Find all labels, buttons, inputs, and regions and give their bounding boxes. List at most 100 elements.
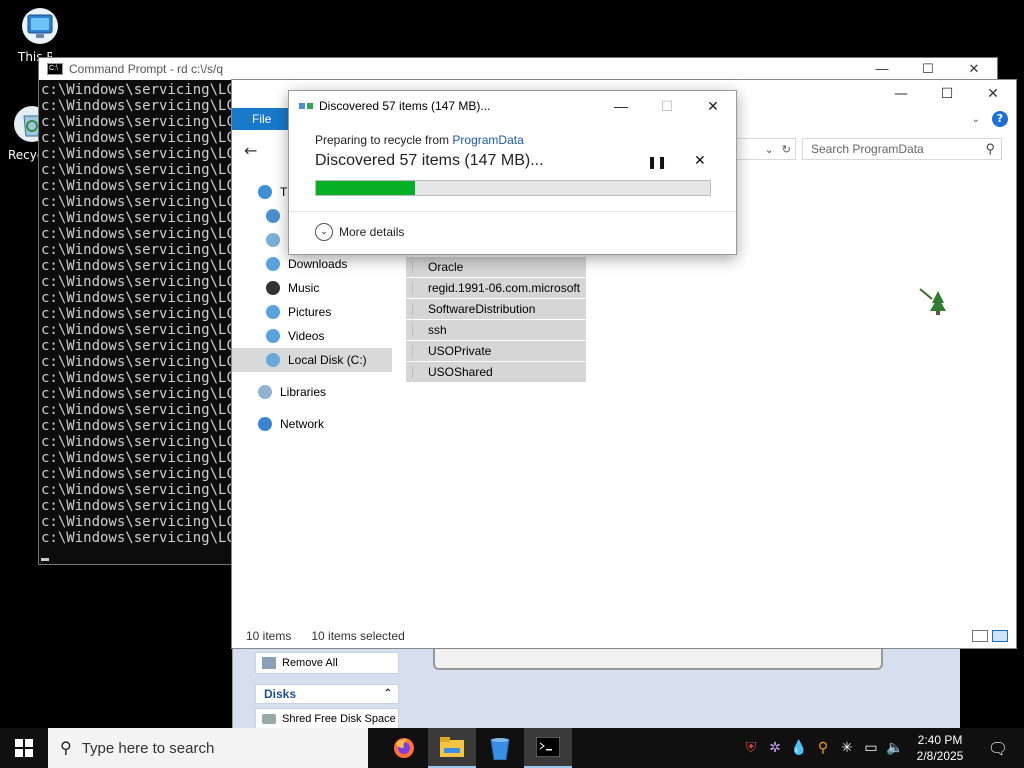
progress-heading: Discovered 57 items (147 MB)... <box>315 152 544 169</box>
folder-icon <box>258 385 272 399</box>
taskbar-command-prompt[interactable] <box>524 728 572 768</box>
cmd-line: c:\Windows\servicing\LCU <box>41 210 231 226</box>
minimize-button[interactable]: — <box>598 98 644 115</box>
taskbar-file-explorer[interactable] <box>428 728 476 768</box>
file-icon <box>412 303 422 315</box>
folder-icon <box>266 209 280 223</box>
cmd-line: c:\Windows\servicing\LCU <box>41 338 231 354</box>
refresh-icon[interactable]: ↻ <box>782 143 791 156</box>
file-list: Oracle regid.1991-06.com.microsoft Softwar… <box>406 257 586 383</box>
chevron-down-icon[interactable]: ⌄ <box>765 143 774 156</box>
cmd-line: c:\Windows\servicing\LCU <box>41 178 231 194</box>
minimize-button[interactable]: — <box>878 86 924 102</box>
cmd-line: c:\Windows\servicing\LCU <box>41 354 231 370</box>
nav-item[interactable]: Pictures <box>232 300 392 324</box>
source-folder-link[interactable]: ProgramData <box>452 133 523 147</box>
shred-free-label: Shred Free Disk Space <box>282 713 396 725</box>
cmd-line: c:\Windows\servicing\LCU <box>41 162 231 178</box>
cmd-titlebar[interactable]: C:\ Command Prompt - rd c:\/s/q — ☐ ✕ <box>39 58 997 80</box>
drop-icon[interactable]: 💧 <box>790 740 808 756</box>
taskbar-recycle-app[interactable] <box>476 728 524 768</box>
file-row[interactable]: Oracle <box>406 257 586 277</box>
file-name: ssh <box>428 323 447 337</box>
cmd-line: c:\Windows\servicing\LCU <box>41 450 231 466</box>
notification-icon[interactable]: 🗨 <box>976 739 1020 758</box>
windows-logo-icon <box>15 739 33 757</box>
status-bar: 10 items 10 items selected <box>232 624 1016 648</box>
minimize-button[interactable]: — <box>859 61 905 77</box>
disks-header-label: Disks <box>264 687 297 701</box>
file-row[interactable]: regid.1991-06.com.microsoft <box>406 278 586 298</box>
cmd-line: c:\Windows\servicing\LCU <box>41 194 231 210</box>
cmd-line: c:\Windows\servicing\LCU <box>41 482 231 498</box>
back-arrow-icon[interactable]: ← <box>244 141 268 160</box>
file-tab[interactable]: File <box>232 108 292 130</box>
nav-item[interactable]: Libraries <box>232 380 392 404</box>
maximize-button[interactable]: ☐ <box>905 61 951 77</box>
cmd-line: c:\Windows\servicing\LCU <box>41 434 231 450</box>
progress-bar <box>315 180 711 196</box>
cmd-line: c:\Windows\servicing\LCU <box>41 130 231 146</box>
file-icon <box>412 282 422 294</box>
file-row[interactable]: USOShared <box>406 362 586 382</box>
nav-item[interactable]: Network <box>232 412 392 436</box>
desktop-icon-this-pc[interactable]: This PC <box>10 6 70 64</box>
clock[interactable]: 2:40 PM 2/8/2025 <box>910 732 970 764</box>
nav-item-label: Music <box>288 281 320 295</box>
pause-button[interactable]: ❚❚ <box>647 155 667 169</box>
nav-item[interactable]: Local Disk (C:) <box>232 348 392 372</box>
preparing-text: Preparing to recycle from ProgramData <box>315 133 524 147</box>
disks-section-header[interactable]: Disks ⌃ <box>255 684 399 704</box>
taskbar-search-input[interactable]: ⚲ Type here to search <box>48 728 368 768</box>
file-row[interactable]: ssh <box>406 320 586 340</box>
delete-progress-dialog[interactable]: Discovered 57 items (147 MB)... — ☐ ✕ Pr… <box>288 90 737 255</box>
file-row[interactable]: SoftwareDistribution <box>406 299 586 319</box>
file-name: Oracle <box>428 260 464 274</box>
divider <box>289 211 736 212</box>
recycle-icon <box>490 738 510 760</box>
help-icon[interactable]: ? <box>992 111 1008 127</box>
close-button[interactable]: ✕ <box>970 86 1016 102</box>
cmd-line: c:\Windows\servicing\LCU <box>41 418 231 434</box>
settings-gear-icon[interactable]: ✲ <box>766 740 784 756</box>
tree-icon <box>919 288 946 315</box>
details-view-icon[interactable] <box>972 630 988 642</box>
maximize-button[interactable]: ☐ <box>924 86 970 102</box>
shred-free-disk-space-button[interactable]: Shred Free Disk Space <box>255 708 399 730</box>
chevron-down-icon[interactable]: ⌄ <box>972 114 980 125</box>
nav-item[interactable]: Music <box>232 276 392 300</box>
address-bar-controls: ⌄ ↻ <box>736 138 796 160</box>
taskbar-firefox[interactable] <box>380 728 428 768</box>
start-button[interactable] <box>0 728 48 768</box>
cmd-line: c:\Windows\servicing\LCU <box>41 498 231 514</box>
chevron-up-icon[interactable]: ⌃ <box>384 685 392 703</box>
cmd-line: c:\Windows\servicing\LCU <box>41 242 231 258</box>
bluetooth-icon[interactable]: ✳ <box>838 740 856 756</box>
close-button[interactable]: ✕ <box>951 61 997 77</box>
cancel-button[interactable]: ✕ <box>694 153 706 169</box>
cmd-line: c:\Windows\servicing\LCU <box>41 514 231 530</box>
folder-icon <box>266 281 280 295</box>
nav-item[interactable]: Videos <box>232 324 392 348</box>
security-icon[interactable]: ⛨ <box>742 740 760 756</box>
dialog-titlebar[interactable]: Discovered 57 items (147 MB)... — ☐ ✕ <box>289 91 736 121</box>
more-details-button[interactable]: ⌄ More details <box>315 223 404 241</box>
search-input[interactable]: Search ProgramData ⚲ <box>802 138 1002 160</box>
disk-utility-window[interactable]: Remove All Disks ⌃ Shred Free Disk Space <box>232 640 960 732</box>
eraser-icon <box>262 657 276 669</box>
cmd-line: c:\Windows\servicing\LCU <box>41 386 231 402</box>
cmd-line: c:\Windows\servicing\LCU <box>41 82 231 98</box>
nav-item[interactable]: Downloads <box>232 252 392 276</box>
volume-icon[interactable]: 🔈 <box>886 740 904 756</box>
large-icons-view-icon[interactable] <box>992 630 1008 642</box>
cmd-cursor <box>41 558 49 561</box>
close-button[interactable]: ✕ <box>690 98 736 115</box>
folder-icon <box>258 417 272 431</box>
search-tool-icon[interactable]: ⚲ <box>814 740 832 756</box>
network-icon[interactable]: ▭ <box>862 740 880 756</box>
remove-all-button[interactable]: Remove All <box>255 652 399 674</box>
file-row[interactable]: USOPrivate <box>406 341 586 361</box>
nav-item-label: Downloads <box>288 257 348 271</box>
file-name: USOShared <box>428 365 493 379</box>
file-icon <box>412 366 422 378</box>
